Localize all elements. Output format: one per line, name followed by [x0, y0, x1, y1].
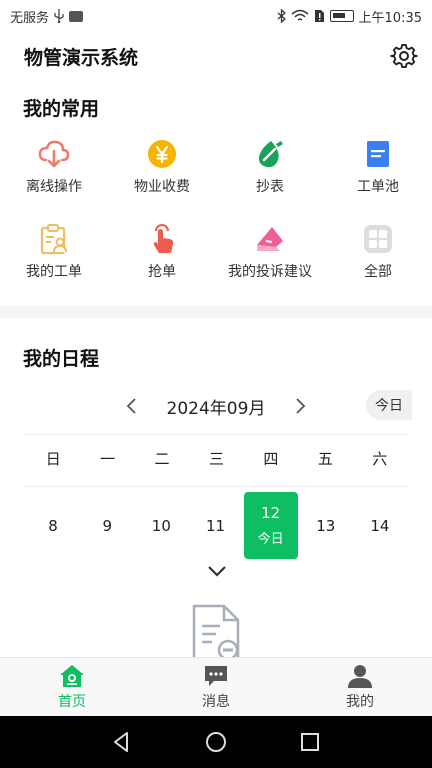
day-cell[interactable]: 11 — [188, 492, 242, 559]
fav-label: 物业收费 — [134, 179, 190, 195]
fav-item-offline[interactable]: 离线操作 — [0, 130, 108, 215]
weekday-label: 六 — [372, 450, 388, 468]
tab-messages[interactable]: 消息 — [144, 658, 288, 716]
schedule-title: 我的日程 — [23, 348, 100, 370]
fav-label: 我的工单 — [26, 264, 82, 280]
day-cell[interactable]: 10 — [134, 492, 188, 559]
person-icon — [348, 665, 372, 688]
weekday-header: 日 一 二 三 四 五 六 — [26, 448, 407, 469]
weekday-label: 四 — [263, 450, 279, 468]
fav-label: 抄表 — [256, 179, 284, 195]
status-right: 上午10:35 — [277, 7, 422, 26]
yuan-coin-icon — [148, 140, 176, 168]
weekday-label: 五 — [317, 450, 333, 468]
clock-text: 上午10:35 — [358, 10, 422, 26]
day-number: 12 — [261, 504, 281, 522]
day-cell-selected[interactable]: 12 今日 — [243, 492, 298, 559]
day-number: 9 — [102, 516, 112, 535]
favorites-grid: 离线操作 物业收费 抄表 工单池 我的工单 抢单 我的投诉建议 全部 — [0, 130, 432, 300]
day-number: 11 — [205, 516, 226, 535]
pen-drop-icon — [258, 141, 283, 168]
carrier-text: 无服务 — [10, 10, 50, 26]
fav-item-complaints[interactable]: 我的投诉建议 — [216, 215, 324, 300]
gear-icon[interactable] — [390, 42, 418, 70]
fav-label: 离线操作 — [26, 179, 82, 195]
tab-label: 消息 — [202, 694, 230, 710]
chevron-right-icon[interactable] — [290, 396, 310, 416]
day-number: 13 — [316, 516, 336, 535]
day-number: 14 — [370, 516, 390, 535]
today-button[interactable]: 今日 — [366, 390, 412, 420]
day-cell[interactable]: 8 — [26, 492, 80, 559]
weekday-label: 二 — [154, 450, 170, 468]
system-nav-bar — [0, 716, 432, 768]
fav-item-meter-reading[interactable]: 抄表 — [216, 130, 324, 215]
day-row: 8 9 10 11 12 今日 13 14 — [26, 492, 407, 559]
bottom-tab-bar: 首页 消息 我的 — [0, 657, 432, 716]
favorites-section: 我的常用 离线操作 物业收费 抄表 工单池 我的工单 抢单 我的投诉建议 全部 — [0, 80, 432, 306]
status-bar: 无服务 上午10:35 — [0, 0, 432, 32]
cloud-download-icon — [38, 140, 70, 168]
fav-item-property-fee[interactable]: 物业收费 — [108, 130, 216, 215]
complaint-icon — [257, 227, 283, 251]
month-selector: 2024年09月 今日 — [0, 390, 432, 422]
usb-icon — [54, 9, 64, 23]
fav-item-work-order-pool[interactable]: 工单池 — [324, 130, 432, 215]
day-number: 10 — [151, 516, 171, 535]
weekday-label: 一 — [100, 450, 116, 468]
calendar-divider — [24, 434, 408, 435]
day-number: 8 — [48, 516, 58, 535]
fav-label: 抢单 — [148, 264, 176, 280]
weekday-label: 三 — [208, 450, 224, 468]
home-icon — [60, 665, 84, 687]
document-icon — [367, 141, 389, 167]
day-cell[interactable]: 14 — [353, 492, 407, 559]
today-marker: 今日 — [257, 532, 284, 547]
recents-icon[interactable] — [299, 731, 321, 753]
back-icon[interactable] — [111, 731, 133, 753]
wifi-icon — [291, 9, 309, 21]
tab-label: 我的 — [346, 694, 374, 710]
grid-icon — [364, 225, 392, 253]
section-divider — [0, 306, 432, 318]
fav-label: 全部 — [364, 264, 392, 280]
fav-item-grab-order[interactable]: 抢单 — [108, 215, 216, 300]
tab-mine[interactable]: 我的 — [288, 658, 432, 716]
fav-label: 工单池 — [357, 179, 399, 195]
empty-document-icon — [192, 604, 240, 657]
screen: 无服务 上午10:35 物管演示系统 我的常用 离线操作 物业收费 抄表 工单池… — [0, 0, 432, 768]
bluetooth-icon — [277, 9, 286, 23]
chevron-down-icon[interactable] — [206, 564, 228, 578]
day-cell[interactable]: 9 — [80, 492, 134, 559]
app-header: 物管演示系统 — [0, 32, 432, 80]
calendar-divider — [24, 486, 408, 487]
fav-item-my-orders[interactable]: 我的工单 — [0, 215, 108, 300]
clipboard-user-icon — [40, 224, 67, 255]
home-circle-icon[interactable] — [205, 731, 227, 753]
app-title: 物管演示系统 — [24, 46, 139, 69]
weekday-label: 日 — [45, 450, 61, 468]
day-cell[interactable]: 13 — [299, 492, 353, 559]
message-icon — [205, 666, 227, 686]
tap-hand-icon — [153, 224, 174, 253]
fav-label: 我的投诉建议 — [228, 264, 312, 280]
schedule-section: 我的日程 2024年09月 今日 日 一 二 三 四 五 六 8 9 10 11… — [0, 318, 432, 657]
tab-label: 首页 — [58, 694, 86, 710]
favorites-title: 我的常用 — [23, 98, 100, 120]
tab-home[interactable]: 首页 — [0, 658, 144, 716]
sim-alert-icon — [314, 10, 324, 22]
fav-item-all[interactable]: 全部 — [324, 215, 432, 300]
status-left: 无服务 — [10, 7, 84, 26]
battery-icon — [329, 10, 354, 22]
notification-icon — [69, 10, 84, 22]
